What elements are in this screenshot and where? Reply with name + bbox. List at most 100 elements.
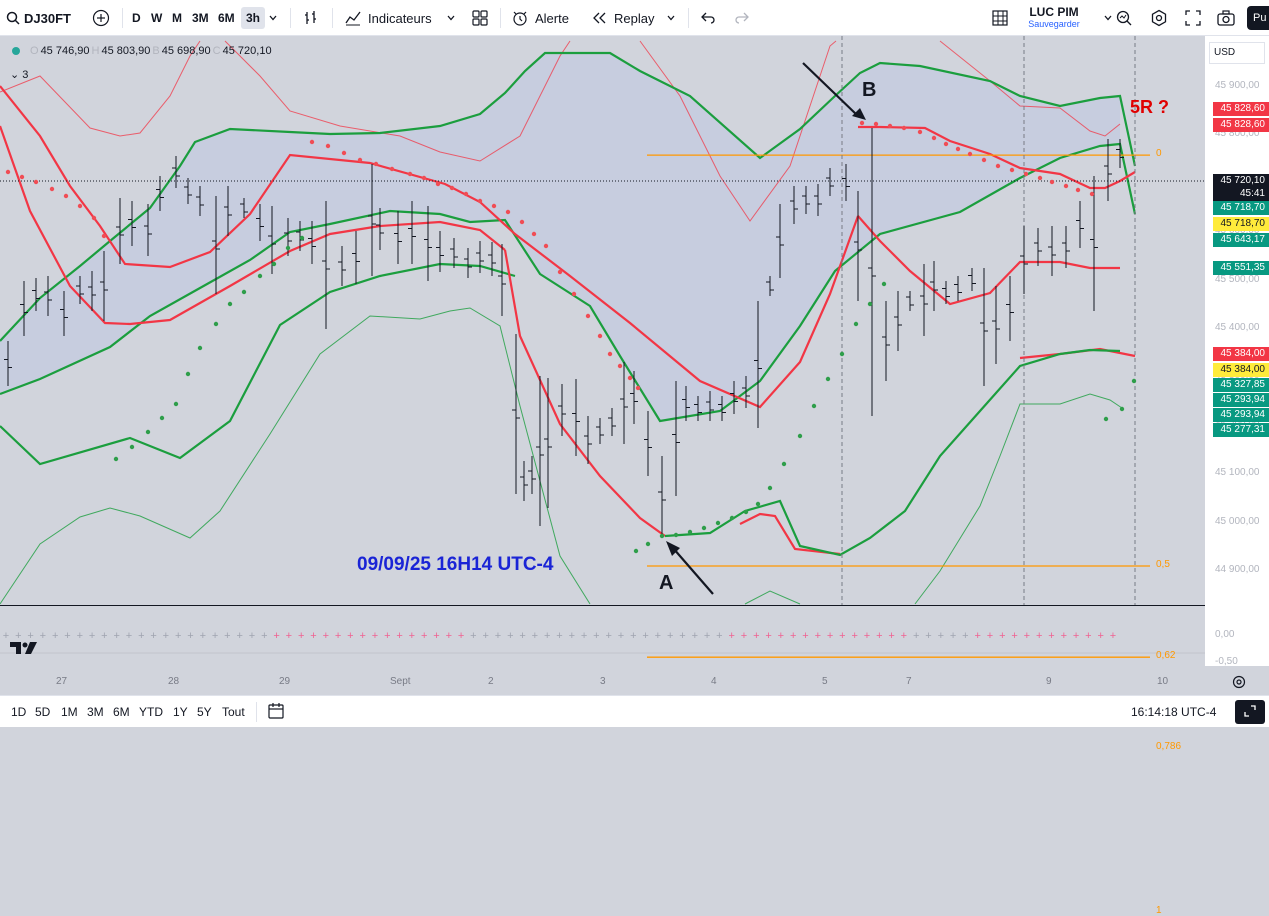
sar-green-dot-29 — [839, 351, 845, 357]
sar-red-dot-8 — [309, 139, 315, 145]
time-axis-settings[interactable] — [1232, 675, 1246, 694]
time-label: Sept — [390, 676, 411, 687]
sar-red-dot-44 — [1009, 167, 1015, 173]
range-1y[interactable]: 1Y — [173, 696, 188, 728]
oscillator-mark-80: + — [987, 630, 993, 642]
layout-title: LUC PIM — [1029, 5, 1079, 19]
range-5d[interactable]: 5D — [35, 696, 50, 728]
indicators-toggle[interactable]: ⌄ 3 — [10, 68, 28, 81]
range-1m[interactable]: 1M — [61, 696, 78, 728]
range-ytd[interactable]: YTD — [139, 696, 163, 728]
sar-red-dot-36 — [901, 125, 907, 131]
sar-red-dot-27 — [585, 313, 591, 319]
sar-green-dot-31 — [867, 301, 873, 307]
gear-icon — [1232, 675, 1246, 693]
sar-green-dot-19 — [701, 525, 707, 531]
time-label: 29 — [279, 676, 291, 687]
close-value: 45 720,10 — [222, 45, 272, 57]
layouts-button[interactable] — [471, 0, 489, 36]
fib-label-1: 0,5 — [1156, 559, 1170, 570]
settings-button[interactable] — [1150, 0, 1168, 36]
sar-red-dot-14 — [407, 171, 413, 177]
range-6m[interactable]: 6M — [113, 696, 130, 728]
date-range-button[interactable] — [267, 696, 285, 728]
indicators-button[interactable]: Indicateurs — [344, 0, 432, 36]
oscillator-mark-67: + — [827, 630, 833, 642]
range-3m[interactable]: 3M — [87, 696, 104, 728]
timeframe-d[interactable]: D — [132, 0, 141, 36]
range-1d[interactable]: 1D — [11, 696, 26, 728]
range-all[interactable]: Tout — [222, 696, 245, 728]
timeframe-3m[interactable]: 3M — [192, 0, 209, 36]
oscillator-mark-53: + — [655, 630, 661, 642]
range-5y[interactable]: 5Y — [197, 696, 212, 728]
publish-button[interactable]: Pu — [1247, 0, 1269, 36]
fullscreen-button[interactable] — [1184, 0, 1202, 36]
replay-button[interactable]: Replay — [590, 0, 654, 36]
oscillator-mark-42: + — [519, 630, 525, 642]
alert-button[interactable]: Alerte — [511, 0, 569, 36]
oscillator-mark-43: + — [532, 630, 538, 642]
oscillator-mark-44: + — [544, 630, 550, 642]
sar-green-dot-8 — [227, 301, 233, 307]
alarm-clock-icon — [511, 9, 529, 27]
sar-green-dot-17 — [673, 532, 679, 538]
timeframe-w[interactable]: W — [151, 0, 162, 36]
sar-red-dot-1 — [19, 174, 25, 180]
layout-select-button[interactable] — [991, 0, 1009, 36]
bar-style-button[interactable] — [302, 0, 320, 36]
sar-red-dot-0 — [5, 169, 11, 175]
plus-circle-icon — [92, 9, 110, 27]
bottom-toolbar: 1D 5D 1M 3M 6M YTD 1Y 5Y Tout 16:14:18 U… — [0, 695, 1269, 727]
sar-green-dot-5 — [185, 371, 191, 377]
bars-icon — [302, 9, 320, 27]
publish-label: Pu — [1247, 6, 1269, 30]
redo-icon — [734, 10, 750, 26]
chart-area[interactable]: + + + + + + + + + + + + + + + + + + + + + + + + + + + + + + + + + + + + + + + +… — [0, 36, 1269, 916]
oscillator-mark-5: + — [64, 630, 70, 642]
oscillator-mark-19: + — [236, 630, 242, 642]
price-label-badge: 45 384,00 — [1213, 363, 1269, 377]
layout-dropdown[interactable] — [1103, 0, 1113, 36]
maximize-button[interactable] — [1235, 700, 1265, 724]
undo-button[interactable] — [700, 0, 716, 36]
high-value: 45 803,90 — [101, 45, 151, 57]
price-chart[interactable]: + + + + + + + + + + + + + + + + + + + + + + + + + + + + + + + + + + + + + + + +… — [0, 36, 1269, 695]
oscillator-mark-54: + — [667, 630, 673, 642]
redo-button[interactable] — [734, 0, 750, 36]
oscillator-mark-13: + — [163, 630, 169, 642]
price-label-badge: 45 384,00 — [1213, 347, 1269, 361]
oscillator-mark-87: + — [1073, 630, 1079, 642]
indicators-dropdown[interactable] — [446, 0, 456, 36]
price-label-badge: 45 277,31 — [1213, 423, 1269, 437]
clock-display[interactable]: 16:14:18 UTC-4 — [1131, 696, 1216, 728]
oscillator-mark-40: + — [495, 630, 501, 642]
replay-dropdown[interactable] — [666, 0, 676, 36]
oscillator-mark-32: + — [396, 630, 402, 642]
symbol-search[interactable]: DJ30FT — [6, 0, 71, 36]
price-label-badge: 45 828,60 — [1213, 102, 1269, 116]
tradingview-logo — [9, 640, 39, 661]
sar-green-dot-3 — [159, 415, 165, 421]
oscillator-mark-85: + — [1048, 630, 1054, 642]
timeframe-dropdown[interactable] — [268, 0, 278, 36]
timeframe-m[interactable]: M — [172, 0, 182, 36]
timeframe-3h[interactable]: 3h — [241, 0, 266, 36]
sar-green-dot-28 — [825, 376, 831, 382]
oscillator-mark-77: + — [950, 630, 956, 642]
timeframe-6m[interactable]: 6M — [218, 0, 235, 36]
quick-search-button[interactable] — [1115, 0, 1133, 36]
price-label-badge: 45 643,17 — [1213, 233, 1269, 247]
sar-red-dot-30 — [617, 363, 623, 369]
compare-button[interactable] — [92, 0, 110, 36]
sar-red-dot-47 — [1049, 179, 1055, 185]
currency-selector[interactable]: USD — [1209, 42, 1265, 64]
oscillator-mark-29: + — [359, 630, 365, 642]
snapshot-button[interactable] — [1216, 0, 1236, 36]
sar-red-dot-41 — [967, 151, 973, 157]
status-dot — [12, 47, 20, 55]
sar-red-dot-21 — [505, 209, 511, 215]
sar-red-dot-7 — [101, 233, 107, 239]
layout-name[interactable]: LUC PIM Sauvegarder — [1024, 5, 1084, 29]
oscillator-mark-71: + — [876, 630, 882, 642]
